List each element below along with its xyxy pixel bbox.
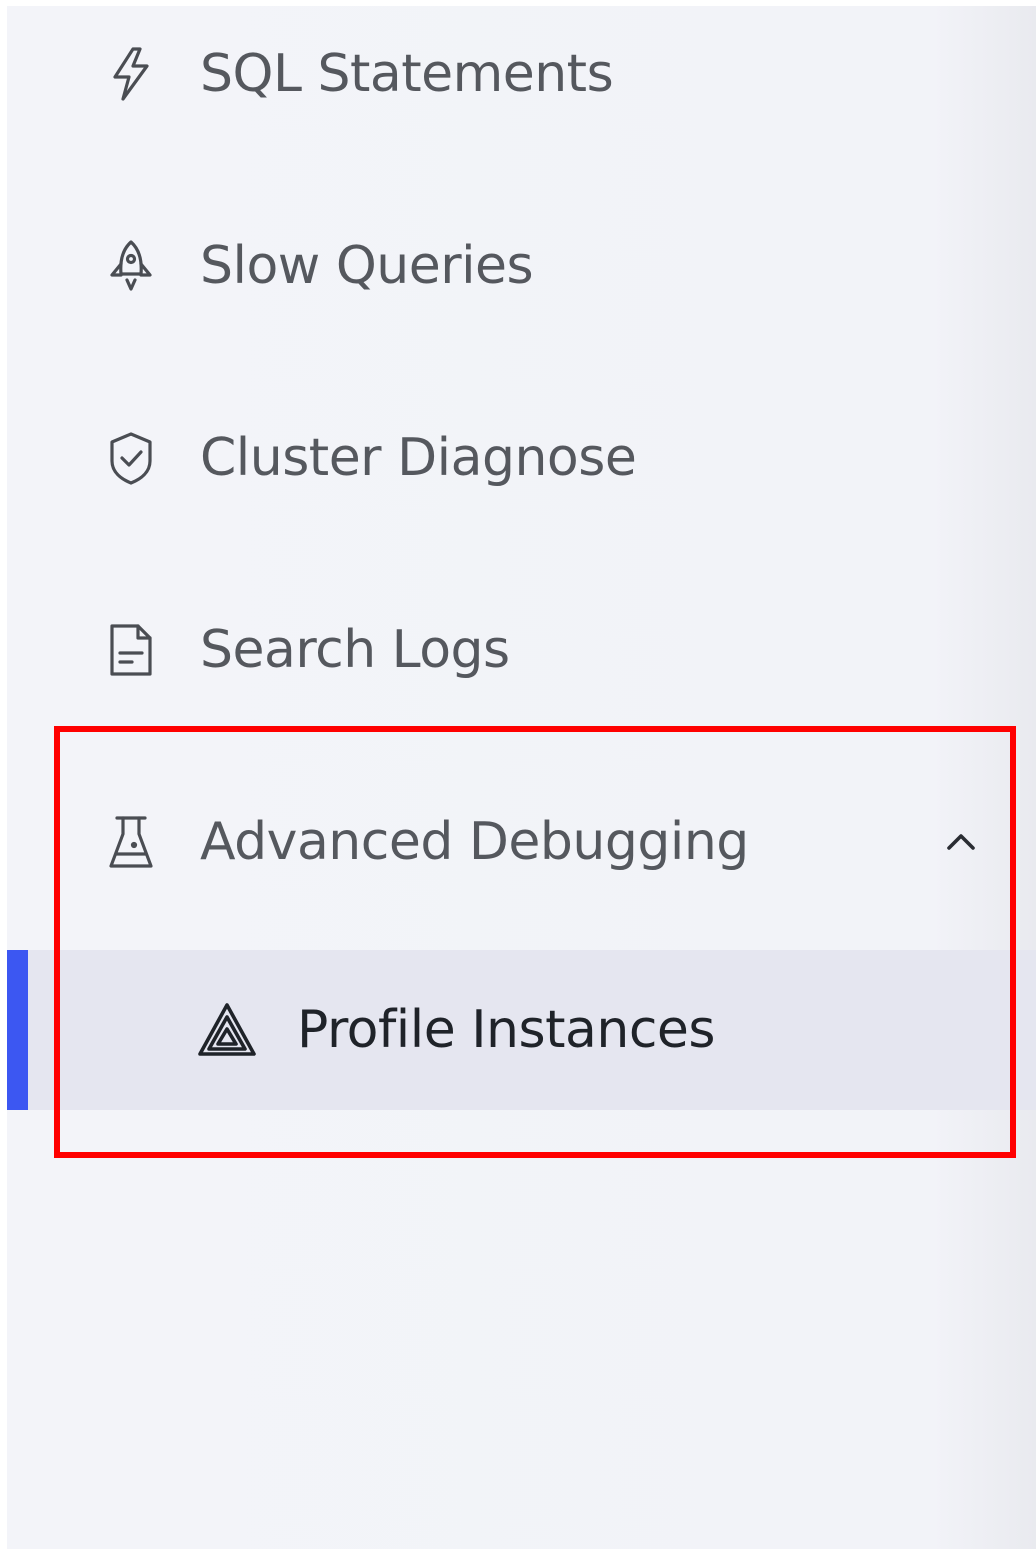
document-icon xyxy=(107,622,155,678)
shield-check-icon xyxy=(107,430,155,486)
flask-icon xyxy=(107,814,155,870)
sidebar-item-label: Slow Queries xyxy=(200,236,534,296)
sidebar-item-advanced-debugging[interactable]: Advanced Debugging xyxy=(7,762,1036,922)
sidebar-item-label: Advanced Debugging xyxy=(200,812,749,872)
active-indicator xyxy=(7,950,28,1110)
sidebar-subitem-profile-instances[interactable]: Profile Instances xyxy=(7,950,1036,1110)
sidebar-item-label: Cluster Diagnose xyxy=(200,428,637,488)
sidebar-item-label: Profile Instances xyxy=(297,1000,716,1060)
lightning-icon xyxy=(107,46,155,102)
sidebar-item-sql-statements[interactable]: SQL Statements xyxy=(7,6,1036,154)
sidebar-item-label: Search Logs xyxy=(200,620,510,680)
rocket-icon xyxy=(107,238,155,294)
sidebar-item-slow-queries[interactable]: Slow Queries xyxy=(7,186,1036,346)
sidebar-item-cluster-diagnose[interactable]: Cluster Diagnose xyxy=(7,378,1036,538)
triangle-layers-icon xyxy=(197,1002,257,1058)
sidebar-item-search-logs[interactable]: Search Logs xyxy=(7,570,1036,730)
chevron-up-icon[interactable] xyxy=(941,822,981,862)
sidebar-item-label: SQL Statements xyxy=(200,44,614,104)
sidebar-menu: SQL Statements Slow Queries Cluster Diag… xyxy=(7,6,1036,1549)
